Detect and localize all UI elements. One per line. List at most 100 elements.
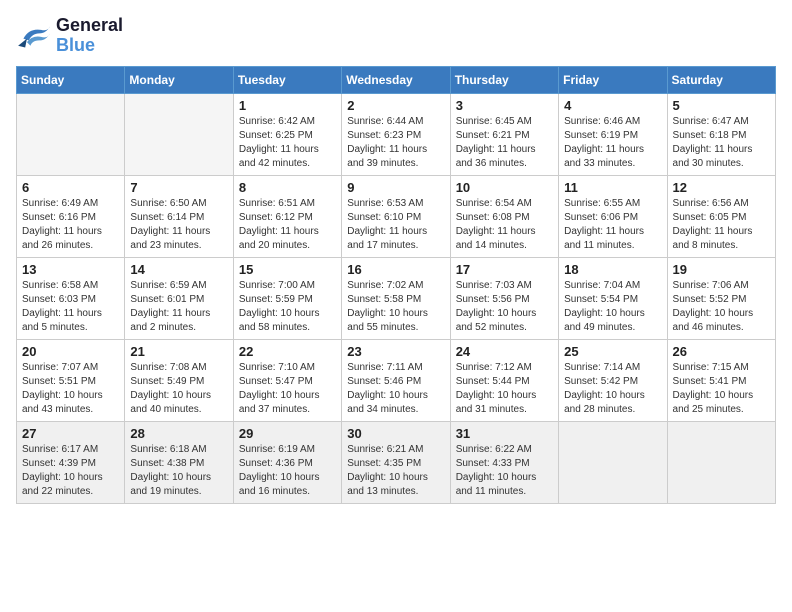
day-info: Sunrise: 6:54 AMSunset: 6:08 PMDaylight:… <box>456 197 553 253</box>
day-info: Sunrise: 7:12 AMSunset: 5:44 PMDaylight:… <box>456 361 553 417</box>
day-info: Sunrise: 6:51 AMSunset: 6:12 PMDaylight:… <box>239 197 336 253</box>
day-info: Sunrise: 6:46 AMSunset: 6:19 PMDaylight:… <box>564 115 661 171</box>
calendar-header-row: SundayMondayTuesdayWednesdayThursdayFrid… <box>17 66 776 93</box>
logo: General Blue <box>16 16 123 56</box>
day-info: Sunrise: 7:02 AMSunset: 5:58 PMDaylight:… <box>347 279 444 335</box>
day-number: 21 <box>130 344 227 359</box>
calendar-day: 24 Sunrise: 7:12 AMSunset: 5:44 PMDayligh… <box>450 339 558 421</box>
day-number: 28 <box>130 426 227 441</box>
day-number: 8 <box>239 180 336 195</box>
column-header-monday: Monday <box>125 66 233 93</box>
calendar-day: 16Sunrise: 7:02 AMSunset: 5:58 PMDayligh… <box>342 257 450 339</box>
day-info: Sunrise: 6:58 AMSunset: 6:03 PMDaylight:… <box>22 279 119 335</box>
column-header-sunday: Sunday <box>17 66 125 93</box>
calendar-day: 1Sunrise: 6:42 AMSunset: 6:25 PMDaylight… <box>233 93 341 175</box>
calendar-day: 11 Sunrise: 6:55 AMSunset: 6:06 PMDayligh… <box>559 175 667 257</box>
day-number: 13 <box>22 262 119 277</box>
day-number: 6 <box>22 180 119 195</box>
calendar-day: 12 Sunrise: 6:56 AMSunset: 6:05 PMDayligh… <box>667 175 775 257</box>
calendar-day: 5 Sunrise: 6:47 AMSunset: 6:18 PMDaylight… <box>667 93 775 175</box>
day-info: Sunrise: 6:55 AMSunset: 6:06 PMDaylight:… <box>564 197 661 253</box>
day-number: 27 <box>22 426 119 441</box>
calendar-week-5: 27Sunrise: 6:17 AMSunset: 4:39 PMDayligh… <box>17 421 776 503</box>
calendar-day: 22 Sunrise: 7:10 AMSunset: 5:47 PMDayligh… <box>233 339 341 421</box>
day-info: Sunrise: 6:18 AMSunset: 4:38 PMDaylight:… <box>130 443 227 499</box>
day-number: 11 <box>564 180 661 195</box>
day-info: Sunrise: 6:53 AMSunset: 6:10 PMDaylight:… <box>347 197 444 253</box>
day-info: Sunrise: 7:15 AMSunset: 5:41 PMDaylight:… <box>673 361 770 417</box>
column-header-wednesday: Wednesday <box>342 66 450 93</box>
day-number: 26 <box>673 344 770 359</box>
logo-icon <box>16 21 52 51</box>
logo-text: General Blue <box>56 16 123 56</box>
day-info: Sunrise: 7:06 AMSunset: 5:52 PMDaylight:… <box>673 279 770 335</box>
day-info: Sunrise: 6:42 AMSunset: 6:25 PMDaylight:… <box>239 115 336 171</box>
day-info: Sunrise: 7:07 AMSunset: 5:51 PMDaylight:… <box>22 361 119 417</box>
day-info: Sunrise: 6:19 AMSunset: 4:36 PMDaylight:… <box>239 443 336 499</box>
day-info: Sunrise: 7:03 AMSunset: 5:56 PMDaylight:… <box>456 279 553 335</box>
day-number: 5 <box>673 98 770 113</box>
day-number: 7 <box>130 180 227 195</box>
column-header-thursday: Thursday <box>450 66 558 93</box>
day-info: Sunrise: 6:49 AMSunset: 6:16 PMDaylight:… <box>22 197 119 253</box>
calendar-day <box>17 93 125 175</box>
calendar-day <box>667 421 775 503</box>
calendar-day: 29 Sunrise: 6:19 AMSunset: 4:36 PMDayligh… <box>233 421 341 503</box>
day-info: Sunrise: 6:45 AMSunset: 6:21 PMDaylight:… <box>456 115 553 171</box>
calendar-day: 23Sunrise: 7:11 AMSunset: 5:46 PMDayligh… <box>342 339 450 421</box>
day-info: Sunrise: 6:47 AMSunset: 6:18 PMDaylight:… <box>673 115 770 171</box>
day-info: Sunrise: 7:11 AMSunset: 5:46 PMDaylight:… <box>347 361 444 417</box>
day-info: Sunrise: 6:44 AMSunset: 6:23 PMDaylight:… <box>347 115 444 171</box>
column-header-tuesday: Tuesday <box>233 66 341 93</box>
calendar-day: 15 Sunrise: 7:00 AMSunset: 5:59 PMDayligh… <box>233 257 341 339</box>
day-number: 24 <box>456 344 553 359</box>
calendar-week-3: 13 Sunrise: 6:58 AMSunset: 6:03 PMDayligh… <box>17 257 776 339</box>
day-number: 3 <box>456 98 553 113</box>
day-number: 20 <box>22 344 119 359</box>
day-info: Sunrise: 7:10 AMSunset: 5:47 PMDaylight:… <box>239 361 336 417</box>
day-number: 30 <box>347 426 444 441</box>
day-number: 2 <box>347 98 444 113</box>
day-info: Sunrise: 6:59 AMSunset: 6:01 PMDaylight:… <box>130 279 227 335</box>
calendar-day: 4 Sunrise: 6:46 AMSunset: 6:19 PMDaylight… <box>559 93 667 175</box>
calendar-day: 27Sunrise: 6:17 AMSunset: 4:39 PMDayligh… <box>17 421 125 503</box>
calendar-day: 14 Sunrise: 6:59 AMSunset: 6:01 PMDayligh… <box>125 257 233 339</box>
day-number: 22 <box>239 344 336 359</box>
day-number: 12 <box>673 180 770 195</box>
calendar-day: 7 Sunrise: 6:50 AMSunset: 6:14 PMDaylight… <box>125 175 233 257</box>
calendar-day: 26 Sunrise: 7:15 AMSunset: 5:41 PMDayligh… <box>667 339 775 421</box>
calendar-day: 17 Sunrise: 7:03 AMSunset: 5:56 PMDayligh… <box>450 257 558 339</box>
day-number: 29 <box>239 426 336 441</box>
day-number: 4 <box>564 98 661 113</box>
day-info: Sunrise: 6:50 AMSunset: 6:14 PMDaylight:… <box>130 197 227 253</box>
calendar-day <box>559 421 667 503</box>
column-header-saturday: Saturday <box>667 66 775 93</box>
day-info: Sunrise: 6:56 AMSunset: 6:05 PMDaylight:… <box>673 197 770 253</box>
day-number: 31 <box>456 426 553 441</box>
day-number: 14 <box>130 262 227 277</box>
day-number: 9 <box>347 180 444 195</box>
calendar-day: 3 Sunrise: 6:45 AMSunset: 6:21 PMDaylight… <box>450 93 558 175</box>
calendar-day: 9 Sunrise: 6:53 AMSunset: 6:10 PMDaylight… <box>342 175 450 257</box>
day-info: Sunrise: 7:14 AMSunset: 5:42 PMDaylight:… <box>564 361 661 417</box>
calendar-day: 2 Sunrise: 6:44 AMSunset: 6:23 PMDaylight… <box>342 93 450 175</box>
calendar-table: SundayMondayTuesdayWednesdayThursdayFrid… <box>16 66 776 504</box>
day-number: 10 <box>456 180 553 195</box>
calendar-day: 19 Sunrise: 7:06 AMSunset: 5:52 PMDayligh… <box>667 257 775 339</box>
calendar-week-2: 6 Sunrise: 6:49 AMSunset: 6:16 PMDaylight… <box>17 175 776 257</box>
day-info: Sunrise: 7:04 AMSunset: 5:54 PMDaylight:… <box>564 279 661 335</box>
day-info: Sunrise: 7:00 AMSunset: 5:59 PMDaylight:… <box>239 279 336 335</box>
calendar-day: 25Sunrise: 7:14 AMSunset: 5:42 PMDayligh… <box>559 339 667 421</box>
day-number: 17 <box>456 262 553 277</box>
day-info: Sunrise: 6:21 AMSunset: 4:35 PMDaylight:… <box>347 443 444 499</box>
calendar-day: 10 Sunrise: 6:54 AMSunset: 6:08 PMDayligh… <box>450 175 558 257</box>
column-header-friday: Friday <box>559 66 667 93</box>
day-info: Sunrise: 7:08 AMSunset: 5:49 PMDaylight:… <box>130 361 227 417</box>
calendar-day: 6 Sunrise: 6:49 AMSunset: 6:16 PMDaylight… <box>17 175 125 257</box>
day-info: Sunrise: 6:22 AMSunset: 4:33 PMDaylight:… <box>456 443 553 499</box>
calendar-day: 8 Sunrise: 6:51 AMSunset: 6:12 PMDaylight… <box>233 175 341 257</box>
day-number: 19 <box>673 262 770 277</box>
calendar-day: 31 Sunrise: 6:22 AMSunset: 4:33 PMDayligh… <box>450 421 558 503</box>
page-header: General Blue <box>16 16 776 56</box>
day-number: 15 <box>239 262 336 277</box>
